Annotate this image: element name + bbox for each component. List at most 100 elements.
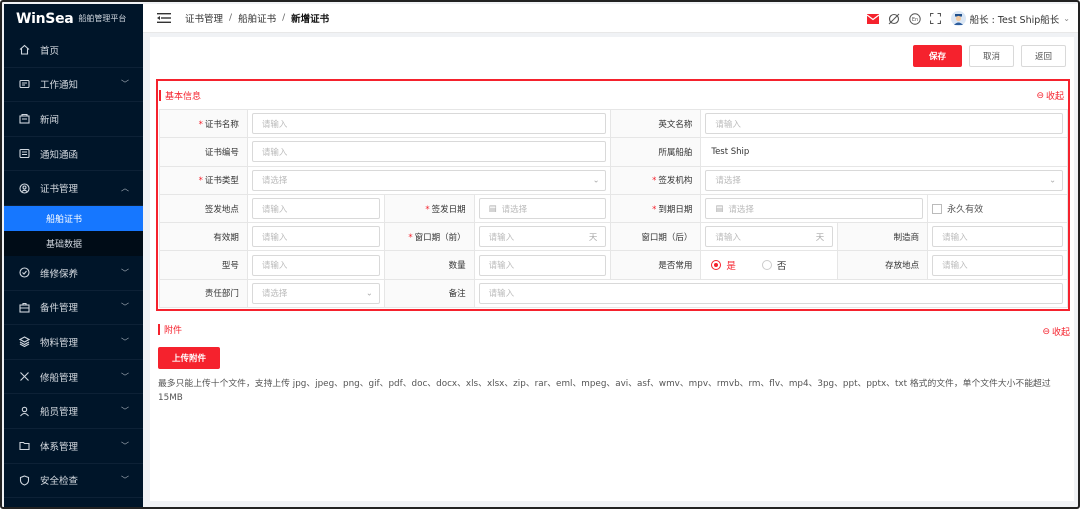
common-yes-radio[interactable]: 是 — [711, 258, 736, 272]
chevron-down-icon: ⌄ — [1049, 175, 1056, 185]
remark-label: 备注 — [383, 278, 475, 309]
maintenance-icon — [18, 267, 30, 279]
menu-fold-icon[interactable] — [157, 12, 171, 24]
model-input[interactable]: 请输入 — [251, 254, 380, 276]
manufacturer-input[interactable]: 请输入 — [932, 226, 1063, 248]
expire-date-picker[interactable]: ▤ 请选择 — [705, 198, 924, 220]
sidebar-item[interactable]: 维修保养 ﹀ — [4, 256, 143, 291]
language-label: En — [911, 17, 917, 23]
cert-name-label: * 证书名称 — [159, 108, 248, 139]
sidebar-item[interactable]: 工作通知 ﹀ — [4, 68, 143, 103]
sidebar-item[interactable]: 体系管理 ﹀ — [4, 429, 143, 464]
checkbox-box — [932, 203, 943, 214]
header-tools: En 船长 : Test Ship船长 ⌄ — [866, 4, 1070, 33]
sidebar-subitem[interactable]: 基础数据 — [4, 230, 143, 256]
calendar-icon: ▤ — [715, 203, 724, 214]
remark-input[interactable]: 请输入 — [478, 282, 1063, 304]
quantity-input[interactable]: 请输入 — [478, 254, 607, 276]
cert-name-input[interactable]: 请输入 — [251, 113, 607, 135]
issue-place-input[interactable]: 请输入 — [251, 198, 380, 220]
language-icon[interactable]: En — [908, 12, 921, 25]
sidebar-item[interactable]: 物料管理 ﹀ — [4, 325, 143, 360]
action-bar: 保存 取消 返回 — [912, 45, 1066, 67]
sidebar-item-label: 通知通函 — [40, 149, 79, 161]
sidebar-item[interactable]: 首页 — [4, 33, 143, 68]
crew-icon — [18, 405, 30, 417]
upload-button[interactable]: 上传附件 — [158, 347, 221, 369]
radio-dot — [711, 260, 722, 271]
brand-name: WinSea — [16, 10, 74, 27]
issuer-select[interactable]: 请选择 ⌄ — [705, 169, 1063, 191]
location-input[interactable]: 请输入 — [932, 254, 1063, 276]
sidebar-item-label: 证书管理 — [40, 184, 79, 196]
sidebar-item[interactable]: 新闻 — [4, 102, 143, 137]
model-label: 型号 — [159, 250, 248, 280]
permanent-checkbox[interactable]: 永久有效 — [932, 202, 1063, 215]
sidebar-item-label: 维修保养 — [40, 268, 79, 280]
chevron-down-icon: ﹀ — [121, 441, 129, 451]
common-label: 是否常用 — [610, 250, 702, 280]
compass-icon[interactable] — [888, 13, 900, 25]
sidebar-subitem[interactable]: 船舶证书 — [4, 205, 143, 231]
cert-type-select[interactable]: 请选择 ⌄ — [251, 169, 607, 191]
window-before-label: * 窗口期（前） — [383, 222, 475, 252]
breadcrumb-current: 新增证书 — [291, 14, 330, 25]
form-row: 责任部门 请选择 ⌄ 备注 请输入 — [159, 278, 1069, 309]
logo[interactable]: WinSea 船舶管理平台 — [4, 4, 143, 33]
cancel-button[interactable]: 取消 — [968, 45, 1014, 67]
sidebar-item[interactable]: 备件管理 ﹀ — [4, 291, 143, 326]
window-after-input[interactable]: 请输入天 — [705, 226, 834, 248]
validity-label: 有效期 — [159, 222, 248, 252]
form-row: 有效期 请输入 * 窗口期（前） 请输入天 窗口期（后） 请输入天 制造商 请输入 — [159, 222, 1068, 252]
main-content: 保存 取消 返回 基本信息 ⊖ 收起 * 证书名称 请输入 英文名称 请输入 证… — [150, 37, 1074, 501]
form-row: * 证书类型 请选择 ⌄ * 签发机构 请选择 ⌄ — [159, 165, 1068, 195]
sidebar-item[interactable]: 证书管理 ︿ — [4, 171, 143, 206]
chevron-down-icon: ⌄ — [1063, 14, 1070, 23]
user-menu[interactable]: 船长 : Test Ship船长 ⌄ — [950, 11, 1070, 26]
breadcrumb-separator: / — [229, 13, 233, 23]
message-icon — [18, 78, 30, 90]
sidebar-item[interactable]: 安全检查 ﹀ — [4, 464, 143, 499]
sidebar-menu: 首页 工作通知 ﹀ 新闻 通知通函 证书管理 ︿ 船舶证书 基础数据 维修保养 ﹀ 备件管理 ﹀ 物料管理… — [4, 33, 143, 499]
issue-date-label: * 签发日期 — [383, 193, 475, 224]
basic-collapse-toggle[interactable]: ⊖ 收起 — [1036, 89, 1064, 103]
avatar — [950, 11, 966, 26]
ship-value: Test Ship — [705, 141, 1063, 163]
validity-input[interactable]: 请输入 — [251, 226, 380, 248]
chevron-down-icon: ﹀ — [121, 79, 129, 89]
collapse-icon: ⊖ — [1036, 90, 1044, 101]
attachments-collapse-toggle[interactable]: ⊖ 收起 — [1042, 325, 1070, 339]
repair-icon — [18, 371, 30, 383]
department-select[interactable]: 请选择 ⌄ — [251, 282, 380, 304]
issue-date-picker[interactable]: ▤ 请选择 — [478, 198, 607, 220]
breadcrumb: 证书管理 / 船舶证书 / 新增证书 — [185, 11, 329, 25]
en-name-input[interactable]: 请输入 — [705, 113, 1063, 135]
sidebar-item[interactable]: 修船管理 ﹀ — [4, 360, 143, 395]
sidebar-item[interactable]: 船员管理 ﹀ — [4, 394, 143, 429]
cert-type-label: * 证书类型 — [159, 165, 248, 195]
window-before-input[interactable]: 请输入天 — [478, 226, 607, 248]
quantity-label: 数量 — [383, 250, 475, 280]
sidebar-item-label: 物料管理 — [40, 337, 79, 349]
common-no-radio[interactable]: 否 — [761, 258, 786, 272]
attachments-title-text: 附件 — [164, 326, 183, 336]
expire-date-label: * 到期日期 — [610, 193, 702, 224]
manufacturer-label: 制造商 — [837, 222, 929, 252]
fullscreen-icon[interactable] — [930, 13, 942, 25]
back-button[interactable]: 返回 — [1020, 45, 1066, 67]
cert-no-input[interactable]: 请输入 — [251, 141, 607, 163]
home-icon — [18, 44, 30, 56]
chevron-down-icon: ﹀ — [121, 475, 129, 485]
breadcrumb-item[interactable]: 证书管理 — [185, 11, 223, 25]
form-row: * 证书名称 请输入 英文名称 请输入 — [159, 108, 1068, 139]
chevron-down-icon: ⌄ — [592, 175, 600, 185]
save-button[interactable]: 保存 — [912, 45, 962, 67]
breadcrumb-item[interactable]: 船舶证书 — [238, 11, 276, 25]
sidebar-item[interactable]: 通知通函 — [4, 137, 143, 172]
news-icon — [18, 113, 30, 125]
mail-icon[interactable] — [866, 13, 879, 25]
notice-icon — [18, 148, 30, 160]
chevron-down-icon: ﹀ — [121, 406, 129, 416]
sidebar-item-label: 修船管理 — [40, 372, 79, 384]
certificate-icon — [18, 182, 30, 194]
